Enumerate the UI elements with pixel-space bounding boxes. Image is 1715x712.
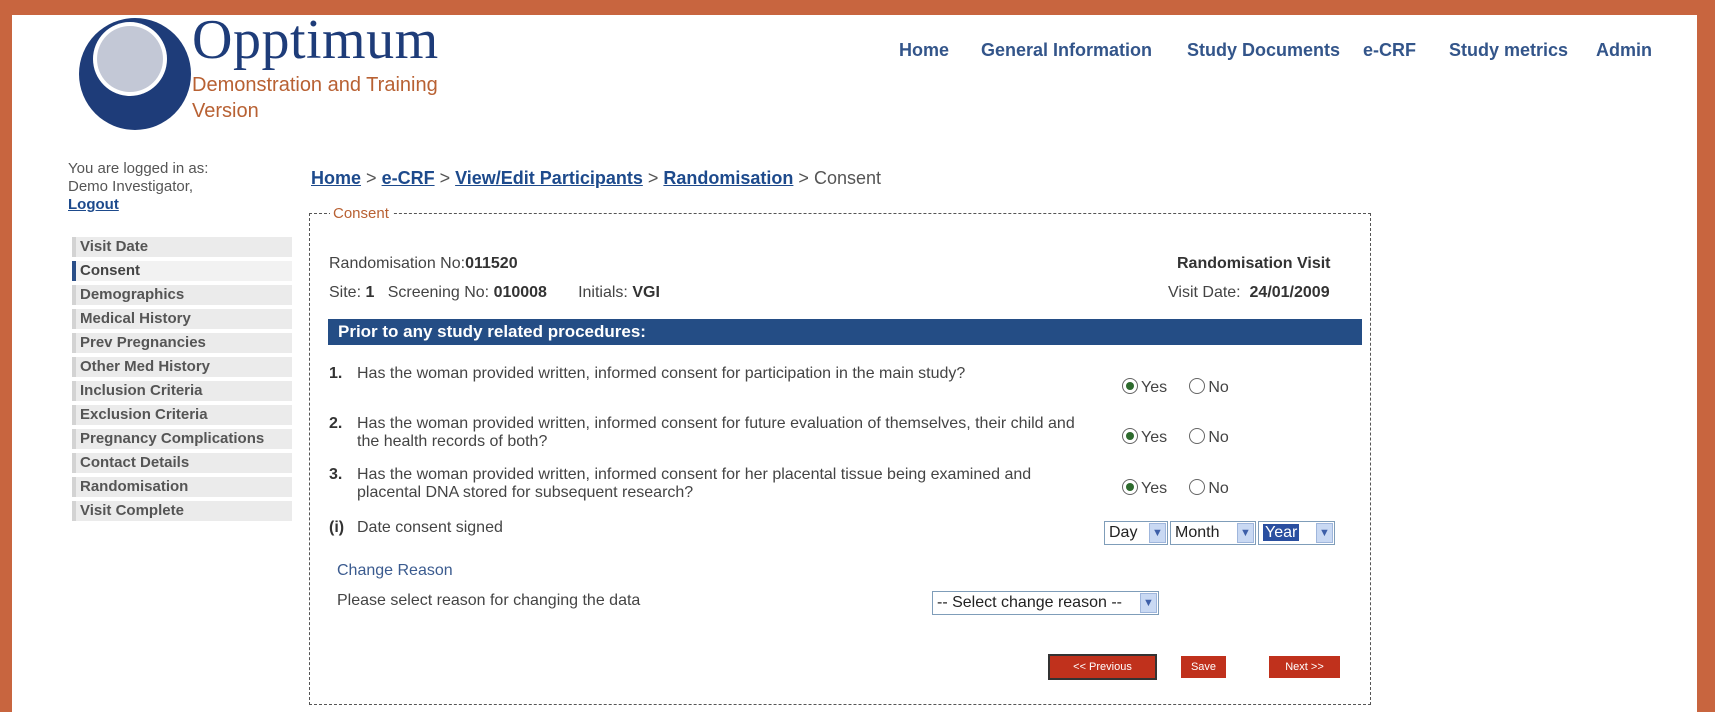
no-label: No — [1208, 379, 1229, 396]
sidebar-item-prev-pregnancies[interactable]: Prev Pregnancies — [72, 333, 292, 353]
logout-link[interactable]: Logout — [68, 196, 119, 213]
brand-name: Opptimum — [192, 9, 439, 71]
randomisation-no-value: 011520 — [465, 255, 518, 272]
chevron-down-icon[interactable]: ▼ — [1149, 523, 1166, 543]
radio-checked-icon[interactable] — [1122, 428, 1138, 444]
screening-value: 010008 — [493, 284, 547, 301]
sidebar-item-pregnancy-complications[interactable]: Pregnancy Complications — [72, 429, 292, 449]
sidebar: Visit Date Consent Demographics Medical … — [72, 237, 292, 525]
sidebar-item-randomisation[interactable]: Randomisation — [72, 477, 292, 497]
yes-radio[interactable]: Yes — [1122, 479, 1168, 497]
month-select[interactable]: Month ▼ — [1170, 521, 1256, 545]
visit-title: Randomisation Visit — [1177, 255, 1331, 272]
question-1-radios: Yes No — [1122, 378, 1229, 397]
change-reason-prompt: Please select reason for changing the da… — [337, 592, 641, 609]
year-select[interactable]: Year ▼ — [1258, 521, 1335, 545]
brand-subtitle: Demonstration and Training — [192, 74, 438, 96]
site-info: Site: 1 Screening No: 010008 Initials: V… — [329, 284, 660, 302]
breadcrumb-ecrf[interactable]: e-CRF — [382, 168, 435, 188]
yes-label: Yes — [1141, 480, 1168, 497]
no-label: No — [1208, 480, 1229, 497]
question-number: (i) — [329, 519, 345, 536]
breadcrumb-separator: > — [439, 168, 451, 188]
yes-radio[interactable]: Yes — [1122, 378, 1168, 396]
no-radio[interactable]: No — [1189, 428, 1229, 446]
breadcrumb-separator: > — [366, 168, 377, 188]
save-button[interactable]: Save — [1181, 656, 1226, 678]
brand-subtitle-version: Version — [192, 100, 259, 122]
date-consent-label: Date consent signed — [357, 519, 503, 536]
screening-label: Screening No: — [387, 284, 490, 301]
nav-home[interactable]: Home — [899, 40, 949, 61]
nav-admin[interactable]: Admin — [1596, 40, 1652, 61]
yes-label: Yes — [1141, 429, 1168, 446]
no-radio[interactable]: No — [1189, 479, 1229, 497]
initials-label: Initials: — [578, 284, 628, 301]
visit-date-label: Visit Date: — [1168, 284, 1241, 301]
question-text: Has the woman provided written, informed… — [357, 365, 966, 382]
chevron-down-icon[interactable]: ▼ — [1237, 523, 1254, 543]
question-text: Has the woman provided written, informed… — [357, 415, 1075, 450]
randomisation-no-label: Randomisation No: — [329, 255, 466, 272]
previous-button[interactable]: << Previous — [1048, 654, 1157, 680]
sidebar-item-exclusion-criteria[interactable]: Exclusion Criteria — [72, 405, 292, 425]
day-select-value: Day — [1109, 524, 1138, 541]
breadcrumb-randomisation[interactable]: Randomisation — [663, 168, 793, 188]
question-text: Has the woman provided written, informed… — [357, 466, 1032, 501]
radio-checked-icon[interactable] — [1122, 479, 1138, 495]
logged-in-label: You are logged in as: — [68, 160, 209, 177]
user-name: Demo Investigator, — [68, 178, 194, 195]
sidebar-item-visit-complete[interactable]: Visit Complete — [72, 501, 292, 521]
sidebar-item-demographics[interactable]: Demographics — [72, 285, 292, 305]
visit-date-value: 24/01/2009 — [1249, 284, 1330, 301]
sidebar-item-consent[interactable]: Consent — [72, 261, 292, 281]
question-3-radios: Yes No — [1122, 479, 1229, 498]
sidebar-item-contact-details[interactable]: Contact Details — [72, 453, 292, 473]
visit-date: Visit Date: 24/01/2009 — [1168, 284, 1330, 302]
year-select-value: Year — [1263, 524, 1300, 541]
day-select[interactable]: Day ▼ — [1104, 521, 1168, 545]
breadcrumb: Home > e-CRF > View/Edit Participants > … — [311, 168, 881, 189]
next-button[interactable]: Next >> — [1269, 656, 1340, 678]
radio-unchecked-icon[interactable] — [1189, 479, 1206, 495]
change-reason-select-value: -- Select change reason -- — [937, 594, 1122, 611]
breadcrumb-separator: > — [647, 168, 659, 188]
radio-checked-icon[interactable] — [1122, 378, 1138, 394]
chevron-down-icon[interactable]: ▼ — [1140, 593, 1157, 613]
fieldset-legend: Consent — [330, 205, 392, 222]
breadcrumb-home[interactable]: Home — [311, 168, 361, 188]
nav-ecrf[interactable]: e-CRF — [1363, 40, 1416, 61]
nav-study-documents[interactable]: Study Documents — [1187, 40, 1340, 61]
nav-general-information[interactable]: General Information — [981, 40, 1152, 61]
question-number: 2. — [329, 415, 343, 432]
sidebar-item-inclusion-criteria[interactable]: Inclusion Criteria — [72, 381, 292, 401]
sidebar-item-other-med-history[interactable]: Other Med History — [72, 357, 292, 377]
change-reason-title: Change Reason — [337, 562, 453, 579]
chevron-down-icon[interactable]: ▼ — [1316, 523, 1333, 543]
section-header: Prior to any study related procedures: — [328, 319, 1362, 345]
question-2-radios: Yes No — [1122, 428, 1229, 447]
randomisation-no: Randomisation No:011520 — [329, 255, 518, 273]
no-radio[interactable]: No — [1189, 378, 1229, 396]
question-number: 3. — [329, 466, 343, 483]
month-select-value: Month — [1175, 524, 1220, 541]
radio-unchecked-icon[interactable] — [1189, 428, 1206, 444]
site-label: Site: — [329, 284, 362, 301]
yes-radio[interactable]: Yes — [1122, 428, 1168, 446]
question-number: 1. — [329, 365, 343, 382]
breadcrumb-separator: > — [798, 168, 809, 188]
opptimum-logo-icon — [79, 18, 191, 130]
nav-study-metrics[interactable]: Study metrics — [1449, 40, 1568, 61]
breadcrumb-current: Consent — [813, 168, 881, 188]
login-info: You are logged in as: Demo Investigator,… — [68, 160, 208, 214]
sidebar-item-visit-date[interactable]: Visit Date — [72, 237, 292, 257]
change-reason-select[interactable]: -- Select change reason -- ▼ — [932, 591, 1159, 615]
initials-value: VGI — [632, 284, 660, 301]
sidebar-item-medical-history[interactable]: Medical History — [72, 309, 292, 329]
radio-unchecked-icon[interactable] — [1189, 378, 1206, 394]
site-value: 1 — [365, 284, 375, 301]
no-label: No — [1208, 429, 1229, 446]
breadcrumb-view-edit-participants[interactable]: View/Edit Participants — [455, 168, 643, 188]
yes-label: Yes — [1141, 379, 1168, 396]
